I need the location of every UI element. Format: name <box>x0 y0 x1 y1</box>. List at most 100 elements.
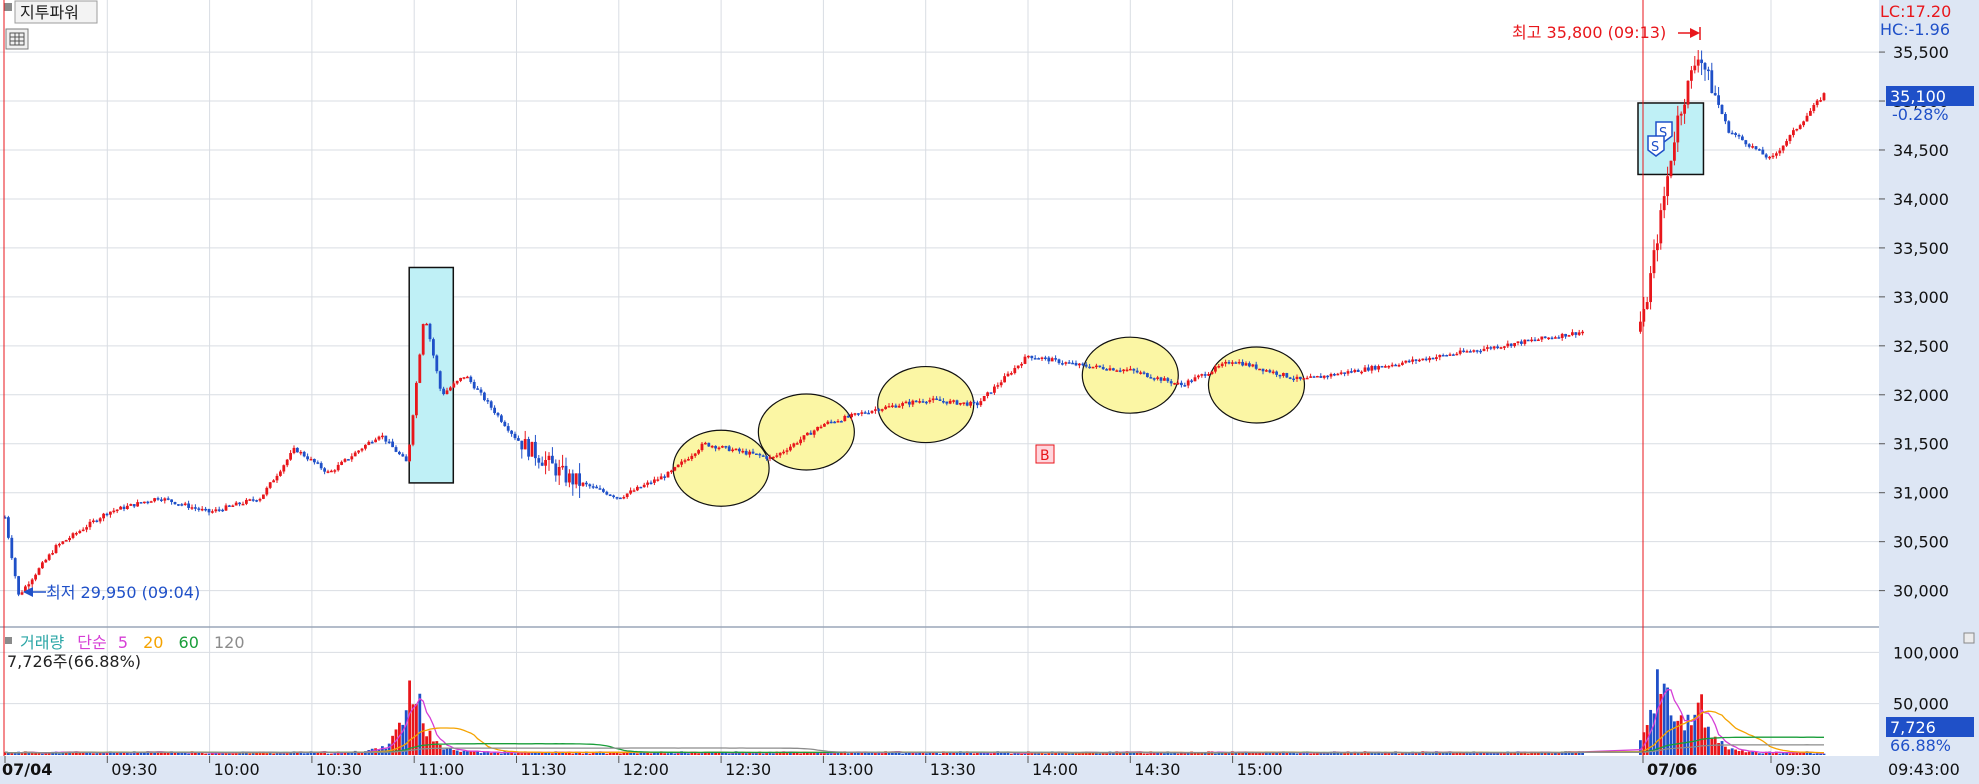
candle-body <box>642 484 646 488</box>
candle-body <box>275 475 279 481</box>
candle-body <box>1224 361 1227 364</box>
candle-body <box>126 505 129 510</box>
candle-body <box>727 446 731 452</box>
candle-body <box>1295 376 1299 380</box>
candle-body <box>1312 376 1316 378</box>
candle-body <box>27 584 31 587</box>
volume-bar <box>438 744 442 755</box>
candle-body <box>1747 144 1751 147</box>
candle-body <box>1343 372 1346 374</box>
candle-body <box>571 473 575 485</box>
candle-body <box>258 498 262 501</box>
volume-bar <box>1707 726 1710 755</box>
low-annotation: 최저 29,950 (09:04) <box>46 583 200 602</box>
candle-body <box>360 448 364 451</box>
candle-body <box>1135 370 1139 373</box>
candle-body <box>772 456 775 459</box>
volume-bar <box>1737 751 1741 755</box>
volume-bar <box>772 753 775 755</box>
volume-bar <box>404 710 408 755</box>
volume-bar <box>551 753 554 755</box>
candle-body <box>676 464 680 468</box>
volume-bar <box>1360 753 1363 755</box>
volume-bar <box>846 753 850 755</box>
candle-body <box>1734 133 1737 135</box>
candle-body <box>459 377 462 381</box>
candle-body <box>149 501 153 503</box>
candle-body <box>789 446 792 451</box>
candle-body <box>1530 339 1533 342</box>
candle-body <box>1346 371 1350 374</box>
candle-body <box>761 455 765 457</box>
candle-body <box>129 504 133 506</box>
candle-body <box>387 441 391 444</box>
volume-bar <box>799 753 802 755</box>
volume-bar <box>34 753 37 755</box>
candle-body <box>1353 369 1357 373</box>
candle-body <box>1244 363 1248 366</box>
candle-body <box>1441 354 1445 357</box>
volume-bar <box>1462 752 1465 755</box>
candle-body <box>605 491 609 495</box>
volume-legend-ma60: 60 <box>179 633 199 652</box>
candle-body <box>183 503 187 505</box>
candle-body <box>1639 321 1642 332</box>
candle-body <box>1190 380 1193 382</box>
candle-body <box>105 513 109 516</box>
candle-body <box>962 402 966 404</box>
candle-body <box>1421 358 1425 361</box>
candle-body <box>1302 378 1306 380</box>
candle-body <box>1010 373 1013 375</box>
candle-body <box>1367 367 1370 371</box>
volume-bar <box>27 753 31 755</box>
buy-signal-marker[interactable]: B <box>1035 444 1055 464</box>
candle-body <box>935 398 938 400</box>
volume-bar <box>207 753 211 755</box>
candle-body <box>1207 374 1210 376</box>
candle-body <box>704 442 707 445</box>
candle-body <box>1404 360 1408 363</box>
volume-bar <box>588 753 592 755</box>
volume-bar <box>581 753 585 755</box>
candle-body <box>173 501 177 505</box>
volume-bar <box>1679 715 1683 755</box>
candle-body <box>510 430 513 434</box>
candle-body <box>333 470 337 472</box>
candle-body <box>1669 160 1673 177</box>
panel-close-button[interactable] <box>1963 632 1975 644</box>
volume-bar <box>1339 753 1343 755</box>
candle-body <box>336 464 340 471</box>
highlight-circle <box>757 393 855 471</box>
candle-body <box>921 401 925 403</box>
collapse-icon[interactable] <box>4 3 12 11</box>
candle-body <box>146 501 150 504</box>
candle-body <box>860 412 864 414</box>
candle-body <box>1822 93 1826 101</box>
candle-body <box>132 504 136 507</box>
candle-body <box>1564 333 1567 337</box>
volume-bar <box>925 753 928 755</box>
candle-body <box>204 508 207 511</box>
candle-body <box>1329 374 1333 377</box>
candle-body <box>408 444 411 462</box>
candle-body <box>1105 369 1108 371</box>
volume-collapse-icon[interactable] <box>5 637 12 644</box>
candle-body <box>717 447 721 450</box>
volume-bar <box>1316 753 1319 755</box>
candle-body <box>564 465 568 483</box>
candle-body <box>1805 115 1809 122</box>
candle-body <box>1686 80 1690 105</box>
volume-bar <box>1169 753 1173 755</box>
candle-body <box>901 403 904 406</box>
candle-body <box>1571 332 1574 336</box>
candle-body <box>874 409 877 411</box>
candle-body <box>190 507 194 509</box>
candle-body <box>1795 128 1799 131</box>
volume-bar <box>224 753 228 755</box>
table-icon[interactable] <box>5 28 29 50</box>
candle-body <box>1251 364 1255 367</box>
candle-body <box>374 439 377 443</box>
candle-body <box>493 407 496 414</box>
volume-bar <box>687 753 690 755</box>
candle-body <box>972 401 976 404</box>
